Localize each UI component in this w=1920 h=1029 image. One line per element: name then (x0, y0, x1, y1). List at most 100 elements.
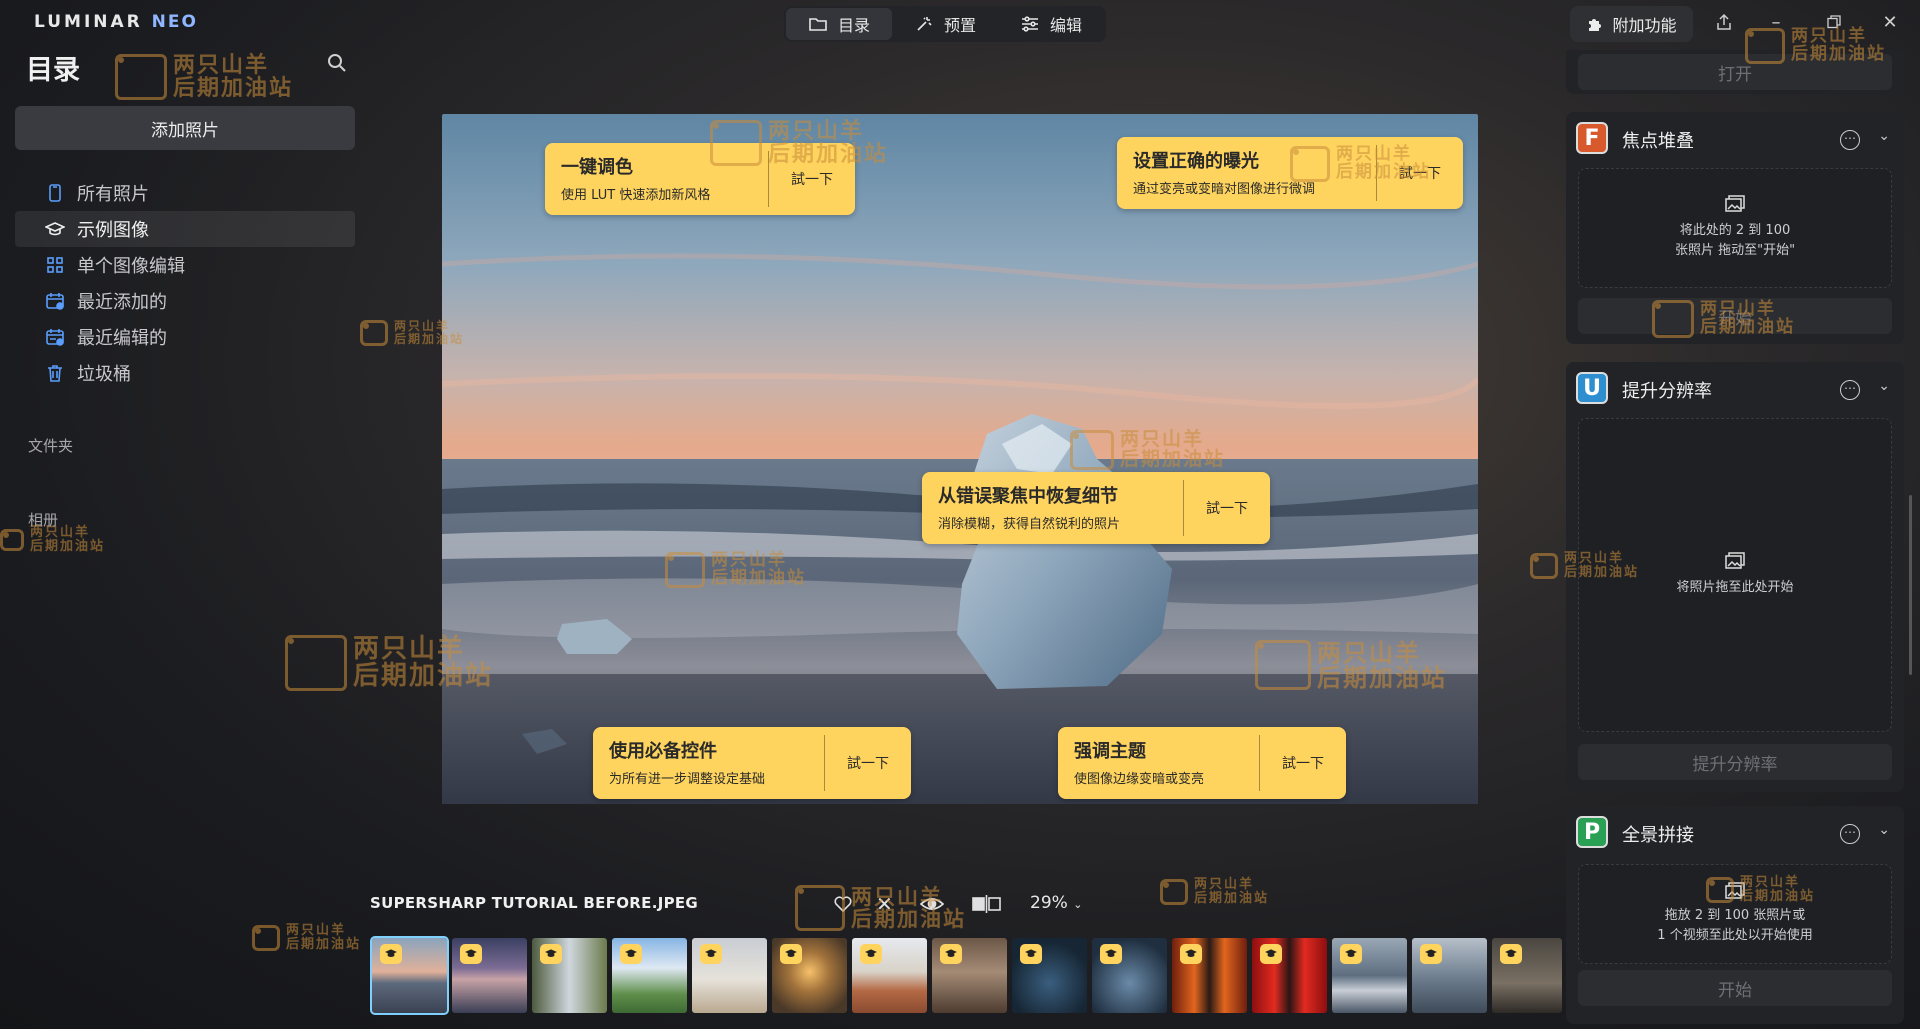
graduation-cap-icon (540, 944, 562, 964)
graduation-cap-icon (860, 944, 882, 964)
calendar-edit-icon (46, 329, 64, 346)
film-thumb[interactable] (532, 938, 607, 1013)
sidebar-item-all-photos[interactable]: 所有照片 (15, 175, 355, 211)
film-thumb[interactable] (1412, 938, 1487, 1013)
try-button[interactable]: 試一下 (1376, 145, 1463, 201)
add-photos-button[interactable]: 添加照片 (15, 106, 355, 150)
try-button[interactable]: 試一下 (1259, 735, 1346, 791)
graduation-cap-icon (780, 944, 802, 964)
film-thumb[interactable] (1492, 938, 1562, 1013)
right-panel-scrollbar[interactable] (1909, 495, 1912, 675)
chevron-down-icon[interactable]: ⌄ (1878, 128, 1890, 144)
film-thumb[interactable] (932, 938, 1007, 1013)
close-icon[interactable]: ✕ (1876, 10, 1904, 34)
tip-exposure: 设置正确的曝光 通过变亮或变暗对图像进行微调 試一下 (1117, 137, 1463, 209)
film-thumb[interactable] (852, 938, 927, 1013)
panorama-badge: P (1576, 816, 1608, 848)
film-thumb[interactable] (692, 938, 767, 1013)
film-thumb[interactable] (1012, 938, 1087, 1013)
film-thumb[interactable] (1332, 938, 1407, 1013)
addons-button[interactable]: 附加功能 (1570, 6, 1693, 42)
try-button[interactable]: 試一下 (768, 151, 855, 207)
top-navigation: 目录 预置 编辑 (784, 6, 1107, 42)
albums-section-label: 相册 (28, 511, 59, 529)
tip-supersharp: 从错误聚焦中恢复细节 消除模糊，获得自然锐利的照片 試一下 (922, 472, 1270, 544)
graduation-cap-icon (460, 944, 482, 964)
watermark: 两只山羊 后期加油站 (0, 526, 105, 553)
panorama-dropzone[interactable]: 拖放 2 到 100 张照片或 1 个视频至此处以开始使用 (1578, 864, 1892, 964)
filmstrip (370, 936, 1562, 1015)
compare-icon[interactable] (972, 892, 1002, 916)
tab-edit[interactable]: 编辑 (998, 8, 1104, 40)
sidebar-item-sample-images[interactable]: 示例图像 (15, 211, 355, 247)
sidebar-item-recently-added[interactable]: 最近添加的 (15, 283, 355, 319)
focus-stack-dropzone[interactable]: 将此处的 2 到 100 张照片 拖动至"开始" (1578, 168, 1892, 288)
graduation-cap-icon (1260, 944, 1282, 964)
panel-focus-stacking: F 焦点堆叠 ⋯ ⌄ 将此处的 2 到 100 张照片 拖动至"开始" 开始 (1566, 112, 1904, 344)
panel-supersharp-upscale: U 提升分辨率 ⋯ ⌄ 将照片拖至此处开始 提升分辨率 (1566, 362, 1904, 792)
tip-essentials: 使用必备控件 为所有进一步调整设定基础 試一下 (593, 727, 911, 799)
chevron-down-icon: ⌄ (1073, 898, 1083, 911)
watermark: 两只山羊 后期加油站 (252, 924, 361, 951)
tip-one-click-color: 一键调色 使用 LUT 快速添加新风格 試一下 (545, 143, 855, 215)
graduation-cap-icon (1180, 944, 1202, 964)
more-icon[interactable]: ⋯ (1840, 824, 1860, 844)
reject-icon[interactable]: ✕ (876, 892, 893, 916)
trash-icon (48, 365, 62, 382)
search-icon[interactable] (326, 52, 348, 74)
graduation-cap-icon (1500, 944, 1522, 964)
puzzle-icon (1589, 19, 1602, 31)
tip-accent-subject: 强调主题 使图像边缘变暗或变亮 試一下 (1058, 727, 1346, 799)
upscale-button[interactable]: 提升分辨率 (1578, 744, 1892, 780)
film-thumb[interactable] (1172, 938, 1247, 1013)
calendar-add-icon (46, 293, 64, 310)
graduation-cap-icon (940, 944, 962, 964)
graduation-cap-icon (1420, 944, 1442, 964)
chevron-down-icon[interactable]: ⌄ (1878, 378, 1890, 394)
film-thumb[interactable] (772, 938, 847, 1013)
share-icon[interactable] (1710, 10, 1738, 34)
favorite-icon[interactable] (833, 892, 853, 916)
graduation-cap-icon (45, 222, 65, 236)
upscale-dropzone[interactable]: 将照片拖至此处开始 (1578, 418, 1892, 732)
graduation-cap-icon (620, 944, 642, 964)
app-logo: LUMINAR NEO (34, 12, 198, 32)
open-button[interactable]: 打开 (1578, 54, 1892, 90)
tab-presets[interactable]: 预置 (892, 8, 998, 40)
panel-title: 提升分辨率 (1622, 381, 1712, 402)
beach-ice-image (442, 114, 1478, 804)
try-button[interactable]: 試一下 (824, 735, 911, 791)
more-icon[interactable]: ⋯ (1840, 380, 1860, 400)
film-thumb[interactable] (452, 938, 527, 1013)
upscale-badge: U (1576, 372, 1608, 404)
film-thumb[interactable] (1252, 938, 1327, 1013)
film-thumb[interactable] (1092, 938, 1167, 1013)
panel-title: 焦点堆叠 (1622, 131, 1694, 152)
eye-icon[interactable] (920, 892, 944, 916)
restore-icon[interactable] (1820, 10, 1848, 34)
zoom-level[interactable]: 29% ⌄ (1030, 893, 1082, 913)
panorama-start-button[interactable]: 开始 (1578, 970, 1892, 1006)
minimize-icon[interactable]: – (1762, 10, 1790, 34)
panel-partial-top: 打开 (1566, 50, 1904, 94)
tab-catalog[interactable]: 目录 (786, 8, 893, 40)
film-thumb[interactable] (370, 936, 449, 1015)
graduation-cap-icon (1020, 944, 1042, 964)
more-icon[interactable]: ⋯ (1840, 130, 1860, 150)
try-button[interactable]: 試一下 (1183, 480, 1270, 536)
main-photo[interactable]: 一键调色 使用 LUT 快速添加新风格 試一下 设置正确的曝光 通过变亮或变暗对图像… (442, 114, 1478, 804)
sidebar-item-recently-edited[interactable]: 最近编辑的 (15, 319, 355, 355)
folder-icon (809, 18, 827, 31)
graduation-cap-icon (380, 944, 402, 964)
phone-icon (49, 184, 61, 202)
sidebar-nav: 所有照片 示例图像 单个图像编辑 最近添加的 最近编辑的 垃圾桶 (15, 175, 355, 391)
film-thumb[interactable] (612, 938, 687, 1013)
watermark: 两只山羊 后期加油站 (115, 53, 293, 101)
chevron-down-icon[interactable]: ⌄ (1878, 822, 1890, 838)
panel-title: 全景拼接 (1622, 825, 1694, 846)
sidebar-item-trash[interactable]: 垃圾桶 (15, 355, 355, 391)
focus-stack-start-button[interactable]: 开始 (1578, 298, 1892, 334)
graduation-cap-icon (700, 944, 722, 964)
panel-panorama-stitching: P 全景拼接 ⋯ ⌄ 拖放 2 到 100 张照片或 1 个视频至此处以开始使用… (1566, 806, 1904, 1024)
sidebar-item-single-edits[interactable]: 单个图像编辑 (15, 247, 355, 283)
